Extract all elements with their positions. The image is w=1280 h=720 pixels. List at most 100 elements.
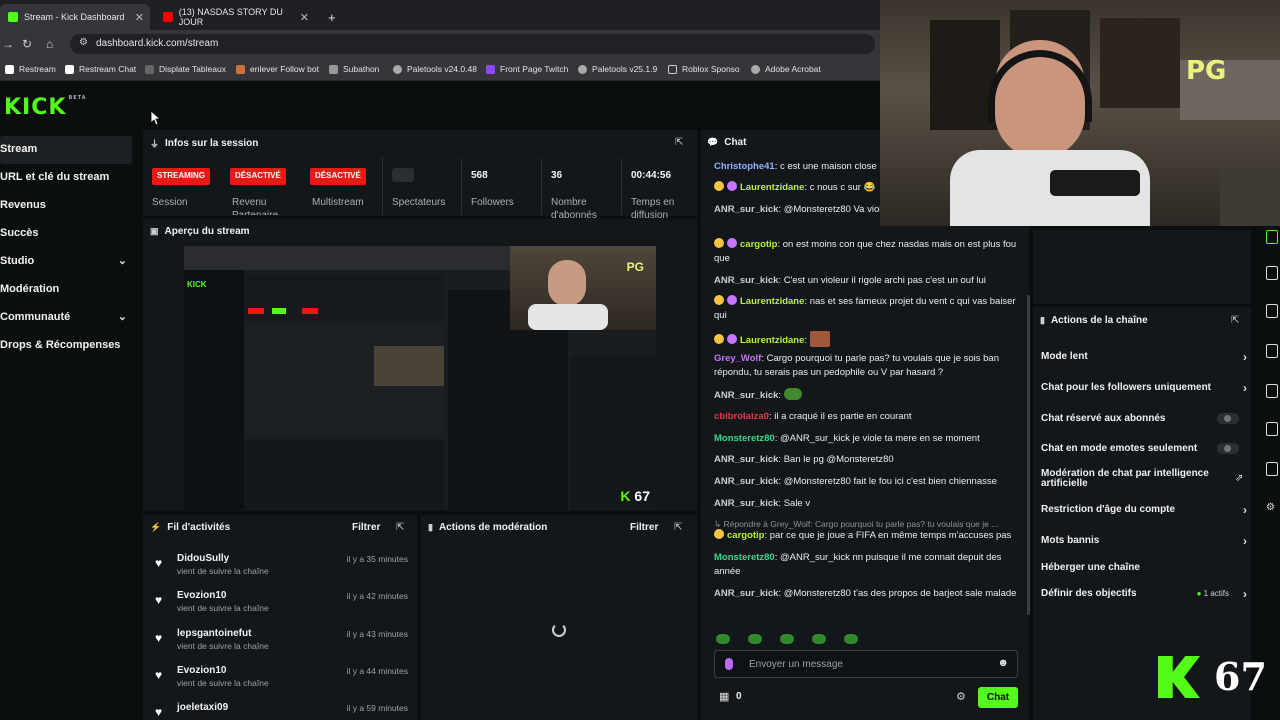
activity-user[interactable]: Evozion10 <box>177 665 226 676</box>
bookmark-restream[interactable]: Restream <box>5 64 56 74</box>
action-host-channel[interactable]: Héberger une chaîne <box>1041 562 1247 573</box>
action-goals[interactable]: Définir des objectifs ● 1 actifs › <box>1041 587 1247 601</box>
emotes-only-toggle[interactable] <box>1217 443 1239 454</box>
chat-input[interactable]: Envoyer un message ☻ <box>714 650 1018 678</box>
chat-username[interactable]: Laurentzidane <box>740 335 804 346</box>
new-tab-button[interactable]: + <box>320 4 344 30</box>
forward-icon[interactable]: → <box>2 37 14 51</box>
sidebar-item-studio[interactable]: Studio ⌄ <box>0 248 135 276</box>
chat-username[interactable]: Laurentzidane <box>740 296 804 307</box>
chat-username[interactable]: cargotip <box>727 530 764 541</box>
chat-username[interactable]: Monsteretz80 <box>714 433 775 444</box>
activity-user[interactable]: joeletaxi09 <box>177 702 228 713</box>
action-ai-moderation[interactable]: Modération de chat par intelligence arti… <box>1041 469 1221 489</box>
quick-action-icon[interactable] <box>1266 462 1278 476</box>
bookmark-enlever-follow-bot[interactable]: enlever Follow bot <box>236 64 319 74</box>
sidebar-item-url-cle[interactable]: URL et clé du stream <box>0 164 135 192</box>
action-banned-words[interactable]: Mots bannis › <box>1041 534 1247 548</box>
action-label: Chat pour les followers uniquement <box>1041 382 1212 393</box>
external-link-icon[interactable]: ⇗ <box>1235 473 1243 484</box>
emote-icon[interactable] <box>716 634 730 644</box>
activity-filter-button[interactable]: Filtrer <box>352 522 380 533</box>
tab-youtube[interactable]: (13) NASDAS STORY DU JOUR ✕ <box>155 4 315 30</box>
microphone-icon[interactable] <box>725 658 733 670</box>
action-age-restriction[interactable]: Restriction d'âge du compte › <box>1041 503 1247 517</box>
quick-action-icon[interactable] <box>1266 384 1278 398</box>
moderation-filter-button[interactable]: Filtrer <box>630 522 658 533</box>
chat-username[interactable]: ANR_sur_kick <box>714 476 778 487</box>
quick-action-icon[interactable] <box>1266 344 1278 358</box>
tab-kick-dashboard[interactable]: Stream - Kick Dashboard ✕ <box>0 4 150 30</box>
activity-panel-title: ⚡ Fil d'activités <box>150 522 230 533</box>
bookmark-adobe-acrobat[interactable]: Adobe Acrobat <box>751 64 821 74</box>
bookmark-paletools-25[interactable]: Paletools v25.1.9 <box>578 64 657 74</box>
chat-username[interactable]: ANR_sur_kick <box>714 588 778 599</box>
bookmark-label: enlever Follow bot <box>250 64 319 74</box>
action-followers-only[interactable]: Chat pour les followers uniquement › <box>1041 381 1247 395</box>
activity-user[interactable]: lepsgantoinefut <box>177 628 251 639</box>
emote-icon[interactable] <box>748 634 762 644</box>
chat-text: c nous c sur 😂 <box>809 182 876 193</box>
expand-icon[interactable]: ⇱ <box>1231 315 1239 326</box>
quick-action-icon[interactable] <box>1266 304 1278 318</box>
gear-icon[interactable]: ⚙ <box>956 690 966 703</box>
chat-username[interactable]: cbibrolaiza0 <box>714 411 769 422</box>
reload-icon[interactable]: ↻ <box>22 37 32 51</box>
chat-username[interactable]: cargotip <box>740 239 777 250</box>
expand-icon[interactable]: ⇱ <box>675 137 683 148</box>
chat-username[interactable]: Monsteretz80 <box>714 552 775 563</box>
chat-username[interactable]: Laurentzidane <box>740 182 804 193</box>
sidebar-item-moderation[interactable]: Modération <box>0 276 135 304</box>
emoji-icon[interactable]: ☻ <box>997 657 1009 669</box>
gift-icon[interactable]: ▦ <box>719 690 729 703</box>
emote-icon[interactable] <box>812 634 826 644</box>
quick-action-icon[interactable] <box>1266 230 1278 244</box>
expand-icon[interactable]: ⇱ <box>396 522 404 533</box>
close-icon[interactable]: ✕ <box>300 11 309 24</box>
chat-username[interactable]: ANR_sur_kick <box>714 204 778 215</box>
action-subscribers-only: Chat réservé aux abonnés <box>1041 413 1247 424</box>
chat-username[interactable]: ANR_sur_kick <box>714 390 778 401</box>
chat-username[interactable]: Christophe41 <box>714 161 775 172</box>
sidebar-item-drops[interactable]: Drops & Récompenses <box>0 332 135 360</box>
action-slow-mode[interactable]: Mode lent › <box>1041 350 1247 364</box>
stat-label-multistream: Multistream <box>312 197 364 208</box>
chat-username[interactable]: Grey_Wolf <box>714 353 761 364</box>
send-chat-button[interactable]: Chat <box>978 687 1018 708</box>
address-bar[interactable]: ⚙ dashboard.kick.com/stream <box>70 34 875 54</box>
chat-username[interactable]: ANR_sur_kick <box>714 275 778 286</box>
bookmark-subathon[interactable]: Subathon <box>329 64 379 74</box>
emote-icon[interactable] <box>780 634 794 644</box>
chat-text: Ban le pg @Monsteretz80 <box>783 454 894 465</box>
bookmark-paletools-24[interactable]: Paletools v24.0.48 <box>393 64 477 74</box>
activity-user[interactable]: Evozion10 <box>177 590 226 601</box>
expand-icon[interactable]: ⇱ <box>674 522 682 533</box>
sidebar-item-communaute[interactable]: Communauté ⌄ <box>0 304 135 332</box>
chat-username[interactable]: ANR_sur_kick <box>714 454 778 465</box>
quick-action-icon[interactable] <box>1266 266 1278 280</box>
sidebar-item-succes[interactable]: Succès <box>0 220 135 248</box>
home-icon[interactable]: ⌂ <box>46 37 53 51</box>
close-icon[interactable]: ✕ <box>135 11 144 24</box>
moderation-panel <box>421 515 697 720</box>
emote-icon[interactable] <box>844 634 858 644</box>
sidebar-item-stream[interactable]: Stream <box>0 136 132 164</box>
bookmark-restream-chat[interactable]: Restream Chat <box>65 64 136 74</box>
tab-title: (13) NASDAS STORY DU JOUR <box>178 7 283 27</box>
site-info-icon[interactable]: ⚙ <box>79 37 88 48</box>
subscribers-only-toggle[interactable] <box>1217 413 1239 424</box>
heart-icon: ♥ <box>155 705 163 719</box>
quick-action-icon[interactable] <box>1266 422 1278 436</box>
chat-username[interactable]: ANR_sur_kick <box>714 498 778 509</box>
sidebar-item-label: Drops & Récompenses <box>0 339 121 351</box>
activity-user[interactable]: DidouSully <box>177 553 229 564</box>
gear-icon[interactable]: ⚙ <box>1266 502 1275 513</box>
bookmark-front-page-twitch[interactable]: Front Page Twitch <box>486 64 568 74</box>
bookmark-displate[interactable]: Displate Tableaux <box>145 64 226 74</box>
chat-scrollbar[interactable] <box>1027 295 1030 615</box>
bot-icon <box>236 64 245 74</box>
stream-preview[interactable]: KICK PG K 67 <box>184 246 656 510</box>
sidebar-item-revenus[interactable]: Revenus <box>0 192 135 220</box>
bookmark-roblox-sponso[interactable]: Roblox Sponso <box>668 64 740 74</box>
kick-logo[interactable]: KICK BETA <box>4 95 87 120</box>
